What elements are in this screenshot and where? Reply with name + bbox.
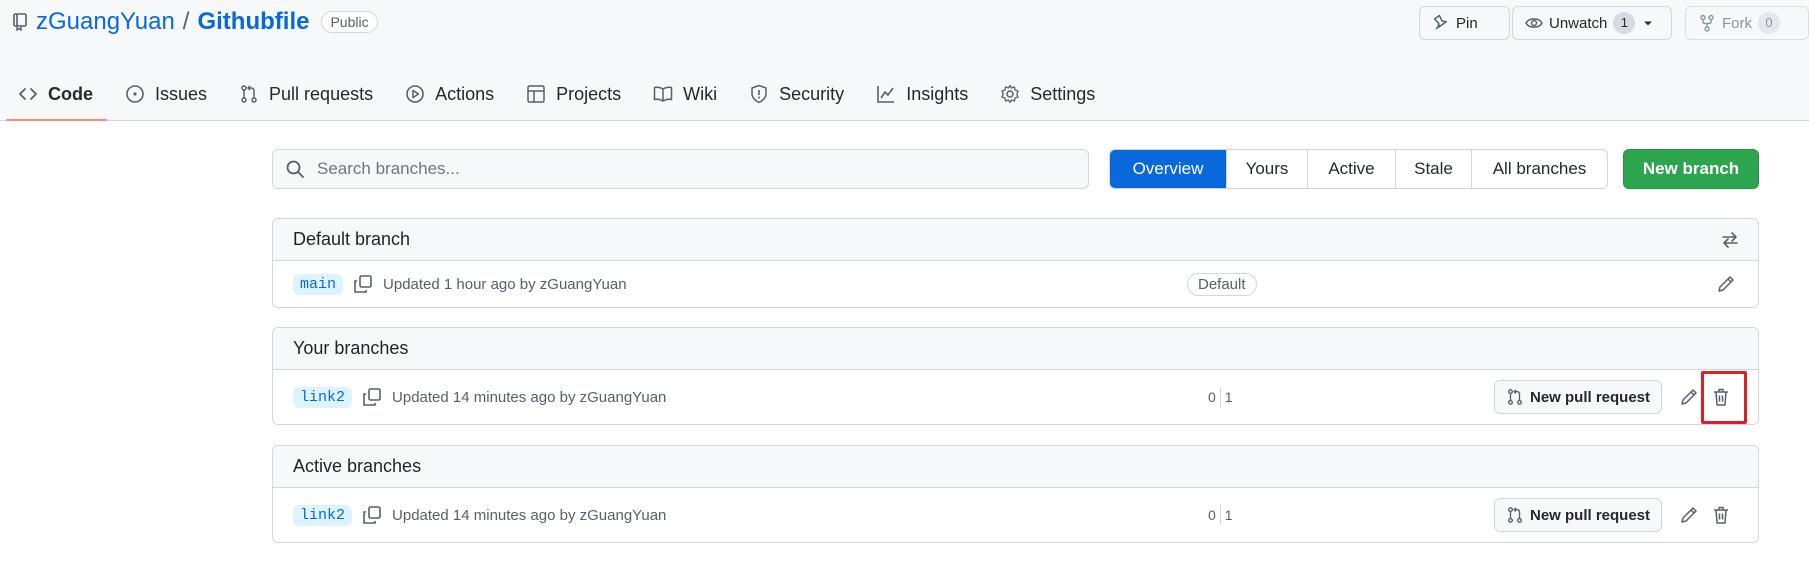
tab-issues-label: Issues [155,83,208,104]
new-pull-request-label: New pull request [1529,388,1651,406]
pull-request-icon [241,85,257,103]
branch-row: link2 Updated 14 minutes ago by zGuangYu… [273,488,1758,542]
section-title: Active branches [293,456,422,476]
branch-name-link[interactable]: main [293,273,344,295]
branch-search[interactable] [272,149,1089,189]
pin-icon [1433,14,1447,30]
repo-title: zGuangYuan / Githubfile Public [12,6,378,38]
ahead-count: 1 [1224,389,1233,405]
tab-security-label: Security [779,83,845,104]
section-header: Default branch [273,219,1758,261]
pin-button[interactable]: Pin [1419,6,1510,40]
delete-branch-highlight [1701,371,1747,424]
issue-icon [126,85,144,103]
switch-default-branch-icon[interactable] [1720,230,1740,250]
tab-pull-requests[interactable]: Pull requests [221,68,387,120]
tab-code[interactable]: Code [0,68,107,121]
repo-nav-tabs: Code Issues Pull requests Actions Projec… [0,68,1809,121]
branch-updated-text: Updated 14 minutes ago by zGuangYuan [392,388,667,406]
tab-settings[interactable]: Settings [982,68,1109,120]
filter-active[interactable]: Active [1307,150,1395,188]
filter-overview[interactable]: Overview [1110,150,1226,188]
tab-actions-label: Actions [435,83,495,104]
tab-projects[interactable]: Projects [508,68,635,120]
tab-projects-label: Projects [556,83,622,104]
visibility-badge: Public [321,11,378,33]
trash-icon[interactable] [1711,505,1731,525]
pull-request-icon [1508,507,1522,523]
tab-pull-requests-label: Pull requests [269,83,374,104]
new-pull-request-label: New pull request [1529,506,1651,524]
gear-icon [1001,84,1019,104]
repo-separator: / [182,8,190,35]
branch-filter-tabs: Overview Yours Active Stale All branches [1109,149,1608,189]
search-icon [286,160,304,178]
book-icon [653,86,673,102]
caret-down-icon [1644,21,1653,26]
repo-name-link[interactable]: Githubfile [197,8,309,36]
your-branches-section: Your branches link2 Updated 14 minutes a… [272,327,1759,425]
behind-count: 0 [1208,507,1216,523]
unwatch-label: Unwatch [1549,14,1608,32]
edit-pencil-icon[interactable] [1679,505,1699,525]
branch-name-link[interactable]: link2 [293,504,353,526]
ahead-behind-indicator: 0 1 [1208,387,1233,407]
section-header: Your branches [273,328,1758,370]
branch-name-link[interactable]: link2 [293,386,353,408]
edit-pencil-icon[interactable] [1716,274,1736,294]
default-branch-section: Default branch main Updated 1 hour ago b… [272,218,1759,308]
tab-issues[interactable]: Issues [107,68,221,120]
tab-insights-label: Insights [906,83,969,104]
repo-icon [13,13,27,31]
shield-icon [751,84,767,104]
pull-request-icon [1508,389,1522,405]
fork-counter: 0 [1758,12,1780,34]
tab-actions[interactable]: Actions [387,68,508,120]
graph-icon [877,86,895,103]
new-pull-request-button[interactable]: New pull request [1494,498,1662,532]
new-branch-button[interactable]: New branch [1623,149,1759,189]
tab-code-label: Code [48,83,93,104]
active-branches-section: Active branches link2 Updated 14 minutes… [272,445,1759,543]
fork-label: Fork [1722,14,1752,32]
tab-wiki-label: Wiki [683,83,718,104]
ahead-count: 1 [1224,507,1233,523]
default-badge: Default [1187,272,1257,296]
pin-label: Pin [1456,14,1478,32]
ahead-behind-divider [1219,505,1221,525]
section-title: Default branch [293,229,411,249]
branch-row: main Updated 1 hour ago by zGuangYuan De… [273,261,1758,307]
tab-settings-label: Settings [1030,83,1096,104]
section-title: Your branches [293,338,409,358]
edit-pencil-icon[interactable] [1679,387,1699,407]
copy-icon[interactable] [362,505,382,525]
code-icon [19,88,37,100]
tab-wiki[interactable]: Wiki [635,68,731,120]
filter-all-branches[interactable]: All branches [1471,150,1607,188]
branch-updated-text: Updated 14 minutes ago by zGuangYuan [392,506,667,524]
ahead-behind-divider [1219,387,1221,407]
tab-security[interactable]: Security [731,68,858,120]
ahead-behind-indicator: 0 1 [1208,505,1233,525]
play-icon [406,85,424,103]
repo-owner-link[interactable]: zGuangYuan [36,8,175,36]
search-input[interactable] [315,158,1055,180]
repo-header: zGuangYuan / Githubfile Public Pin Unwat… [0,0,1809,121]
fork-button[interactable]: Fork 0 [1685,6,1809,40]
eye-icon [1525,18,1543,28]
tab-insights[interactable]: Insights [858,68,982,120]
branch-row: link2 Updated 14 minutes ago by zGuangYu… [273,370,1758,424]
filter-stale[interactable]: Stale [1395,150,1471,188]
copy-icon[interactable] [362,387,382,407]
table-icon [527,85,545,103]
fork-icon [1700,14,1714,32]
behind-count: 0 [1208,389,1216,405]
copy-icon[interactable] [353,274,373,294]
section-header: Active branches [273,446,1758,488]
new-pull-request-button[interactable]: New pull request [1494,380,1662,414]
filter-yours[interactable]: Yours [1226,150,1307,188]
unwatch-button[interactable]: Unwatch 1 [1512,6,1672,40]
watch-counter: 1 [1613,12,1636,34]
branch-updated-text: Updated 1 hour ago by zGuangYuan [383,275,627,293]
